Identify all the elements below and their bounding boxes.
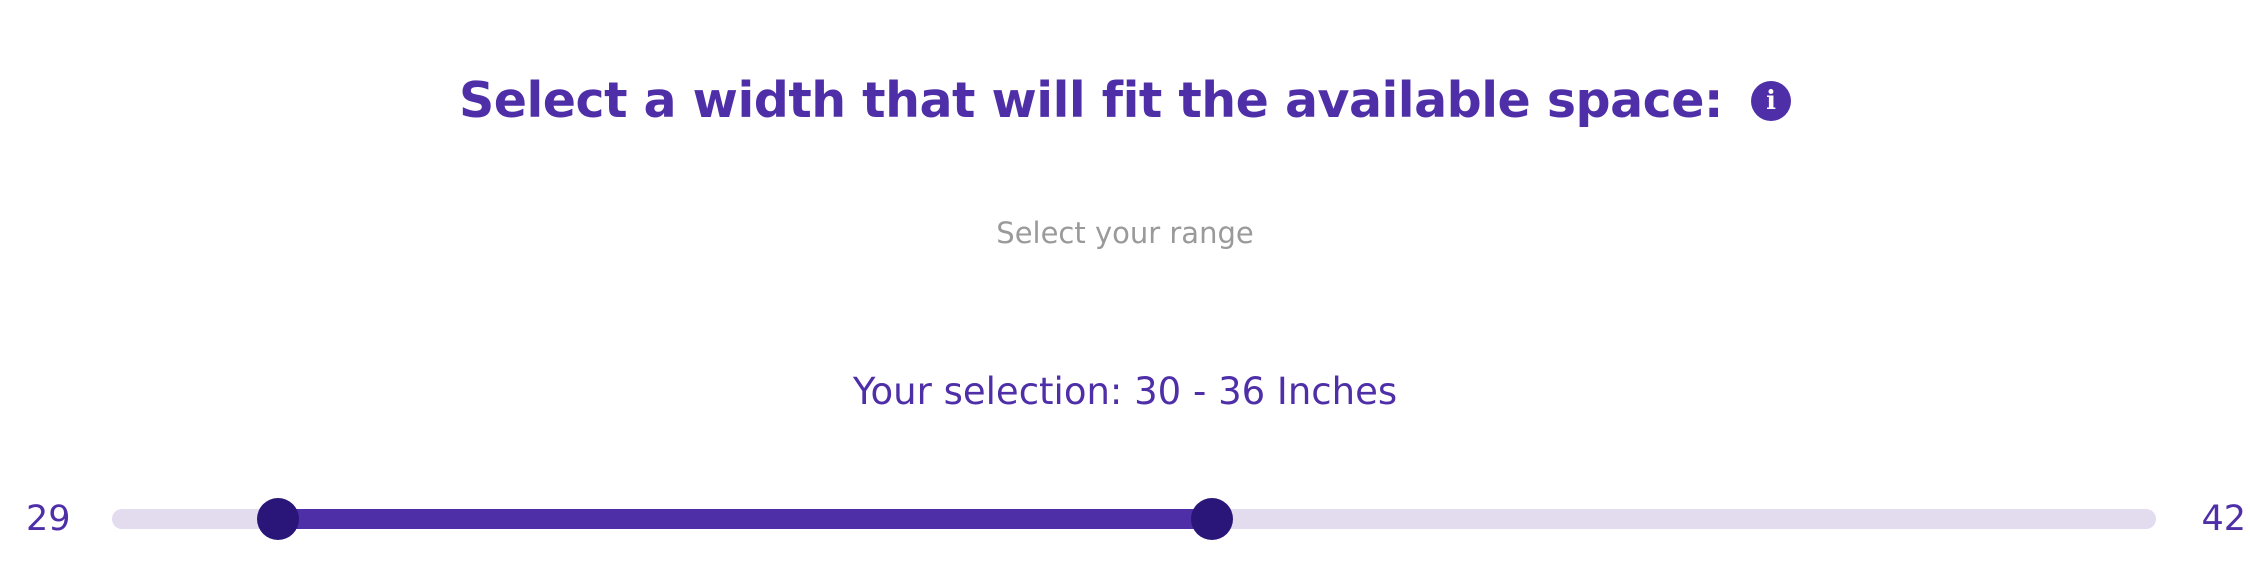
range-slider-thumb-min[interactable] xyxy=(256,498,299,540)
range-slider-thumb-max[interactable] xyxy=(1190,498,1233,540)
slider-max-label: 42 xyxy=(2201,499,2246,539)
range-slider-track[interactable] xyxy=(112,498,2156,540)
width-selector-panel: Select a width that will fit the availab… xyxy=(0,0,2250,570)
slider-min-label: 29 xyxy=(26,499,71,539)
selection-readout: Your selection: 30 - 36 Inches xyxy=(852,370,1398,413)
page-title: Select a width that will fit the availab… xyxy=(458,72,1724,129)
info-icon[interactable]: i xyxy=(1751,80,1792,121)
range-slider-fill xyxy=(277,509,1212,529)
title-row: Select a width that will fit the availab… xyxy=(0,72,2250,129)
range-subtitle: Select your range xyxy=(996,216,1254,250)
